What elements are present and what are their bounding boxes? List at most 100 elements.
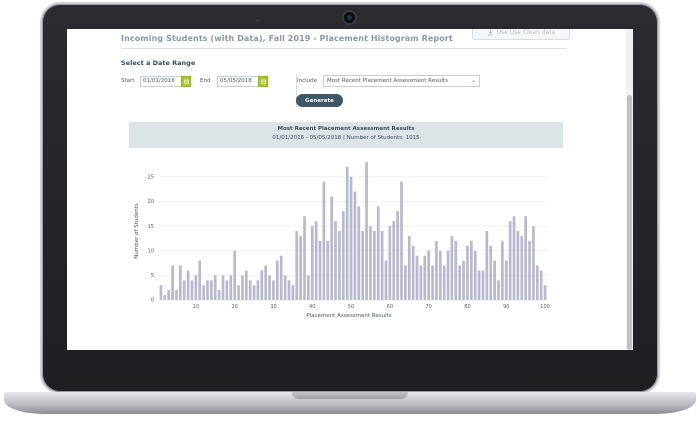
- histogram-bar: [497, 280, 500, 300]
- export-button-label: Use Use Clean data: [496, 29, 556, 36]
- histogram-bar: [167, 290, 171, 300]
- histogram-bar: [535, 265, 539, 300]
- histogram-bar: [256, 280, 260, 300]
- histogram-bar: [182, 280, 186, 300]
- histogram-bar: [194, 275, 198, 300]
- histogram-bar: [233, 250, 236, 300]
- histogram-bar: [501, 240, 504, 300]
- histogram-bar: [438, 250, 442, 300]
- histogram-bar: [213, 275, 217, 300]
- histogram-bar: [462, 260, 465, 300]
- histogram-bar: [489, 245, 493, 300]
- histogram-bar: [345, 166, 349, 300]
- export-button[interactable]: Use Use Clean data: [472, 29, 570, 40]
- start-date-input[interactable]: 01/01/2016: [140, 76, 182, 87]
- histogram-bar: [427, 250, 430, 300]
- y-tick-label: 25: [148, 174, 154, 180]
- histogram-bar: [244, 270, 248, 300]
- histogram-bar: [299, 235, 302, 300]
- histogram-bar: [186, 270, 190, 300]
- x-tick-label: 90: [503, 304, 509, 310]
- x-tick-label: 80: [464, 304, 470, 310]
- histogram-bar: [435, 240, 438, 300]
- chart-header: Most Recent Placement Assessment Results…: [129, 122, 563, 148]
- histogram-bar: [450, 235, 454, 300]
- histogram-bar: [365, 162, 368, 300]
- histogram-bar: [369, 226, 372, 300]
- histogram-bar: [202, 285, 205, 300]
- histogram-bar: [179, 265, 182, 300]
- histogram-bar: [423, 255, 427, 300]
- chart-title: Most Recent Placement Assessment Results: [277, 126, 415, 132]
- histogram-bar: [431, 265, 434, 300]
- y-tick-label: 5: [151, 273, 154, 279]
- histogram-bar: [279, 255, 283, 300]
- histogram-bar: [404, 265, 407, 300]
- x-tick-label: 60: [387, 304, 393, 310]
- histogram-bar: [221, 275, 225, 300]
- generate-button[interactable]: Generate: [296, 94, 343, 107]
- histogram-bar: [241, 275, 244, 300]
- y-tick-label: 0: [151, 298, 154, 304]
- histogram-bar: [276, 260, 279, 300]
- chart-subtitle: 01/01/2016 - 05/05/2018 | Number of Stud…: [272, 135, 420, 141]
- histogram-bar: [481, 270, 485, 300]
- histogram-chart: 0 5 10 15 20 25 10 20 30 40 50 60 70 80 90 100 Number …: [134, 162, 550, 319]
- histogram-bar: [407, 235, 411, 300]
- histogram-bar: [237, 285, 240, 300]
- histogram-bar: [361, 231, 365, 300]
- x-axis-label: Placement Assessment Results: [306, 313, 391, 319]
- histogram-bar: [493, 260, 496, 300]
- x-tick-label: 100: [540, 304, 550, 310]
- scrollbar-thumb[interactable]: [627, 95, 632, 350]
- histogram-bar: [470, 240, 473, 300]
- histogram-bar: [524, 216, 527, 300]
- download-icon: [487, 29, 493, 36]
- include-label: Include: [297, 78, 318, 84]
- histogram-bar: [442, 265, 446, 300]
- histogram-bar: [338, 231, 341, 300]
- scrollbar[interactable]: [626, 29, 633, 350]
- histogram-bar: [159, 285, 163, 300]
- histogram-bar: [415, 255, 419, 300]
- histogram-bar: [225, 280, 229, 300]
- histogram-bar: [446, 250, 450, 300]
- histogram-bar: [229, 275, 233, 300]
- histogram-bar: [260, 270, 264, 300]
- start-label: Start: [121, 78, 135, 84]
- y-tick-label: 10: [148, 248, 154, 254]
- histogram-bar: [287, 280, 291, 300]
- calendar-icon: [260, 79, 266, 84]
- page-title: Incoming Students (with Data), Fall 2019…: [121, 34, 453, 43]
- histogram-bar: [466, 245, 469, 300]
- title-divider: [121, 48, 567, 49]
- x-tick-label: 10: [193, 304, 199, 310]
- date-range-heading: Select a Date Range: [121, 59, 196, 67]
- histogram-bar: [504, 260, 508, 300]
- x-tick-label: 50: [348, 304, 354, 310]
- histogram-bar: [268, 275, 271, 300]
- histogram-bar: [384, 260, 388, 300]
- histogram-bar: [303, 216, 306, 300]
- x-tick-label: 40: [309, 304, 315, 310]
- histogram-bar: [314, 221, 318, 300]
- histogram-bar: [543, 285, 547, 300]
- histogram-bar: [341, 211, 345, 300]
- sensor-dot: [256, 19, 259, 22]
- histogram-bar: [210, 280, 213, 300]
- histogram-bar: [310, 226, 314, 300]
- histogram-bar: [477, 270, 481, 300]
- end-calendar-button[interactable]: [258, 76, 268, 87]
- histogram-bar: [307, 275, 310, 300]
- include-select[interactable]: Most Recent Placement Assessment Results…: [323, 75, 480, 87]
- start-calendar-button[interactable]: [181, 76, 191, 87]
- y-tick-label: 20: [148, 199, 154, 205]
- histogram-bar: [520, 235, 524, 300]
- histogram-bar: [532, 226, 535, 300]
- screen: Incoming Students (with Data), Fall 2019…: [67, 29, 633, 350]
- histogram-bar: [539, 270, 543, 300]
- end-date-input[interactable]: 05/05/2018: [217, 76, 259, 87]
- histogram-bar: [454, 240, 458, 300]
- histogram-bar: [206, 280, 209, 300]
- histogram-bar: [485, 231, 489, 300]
